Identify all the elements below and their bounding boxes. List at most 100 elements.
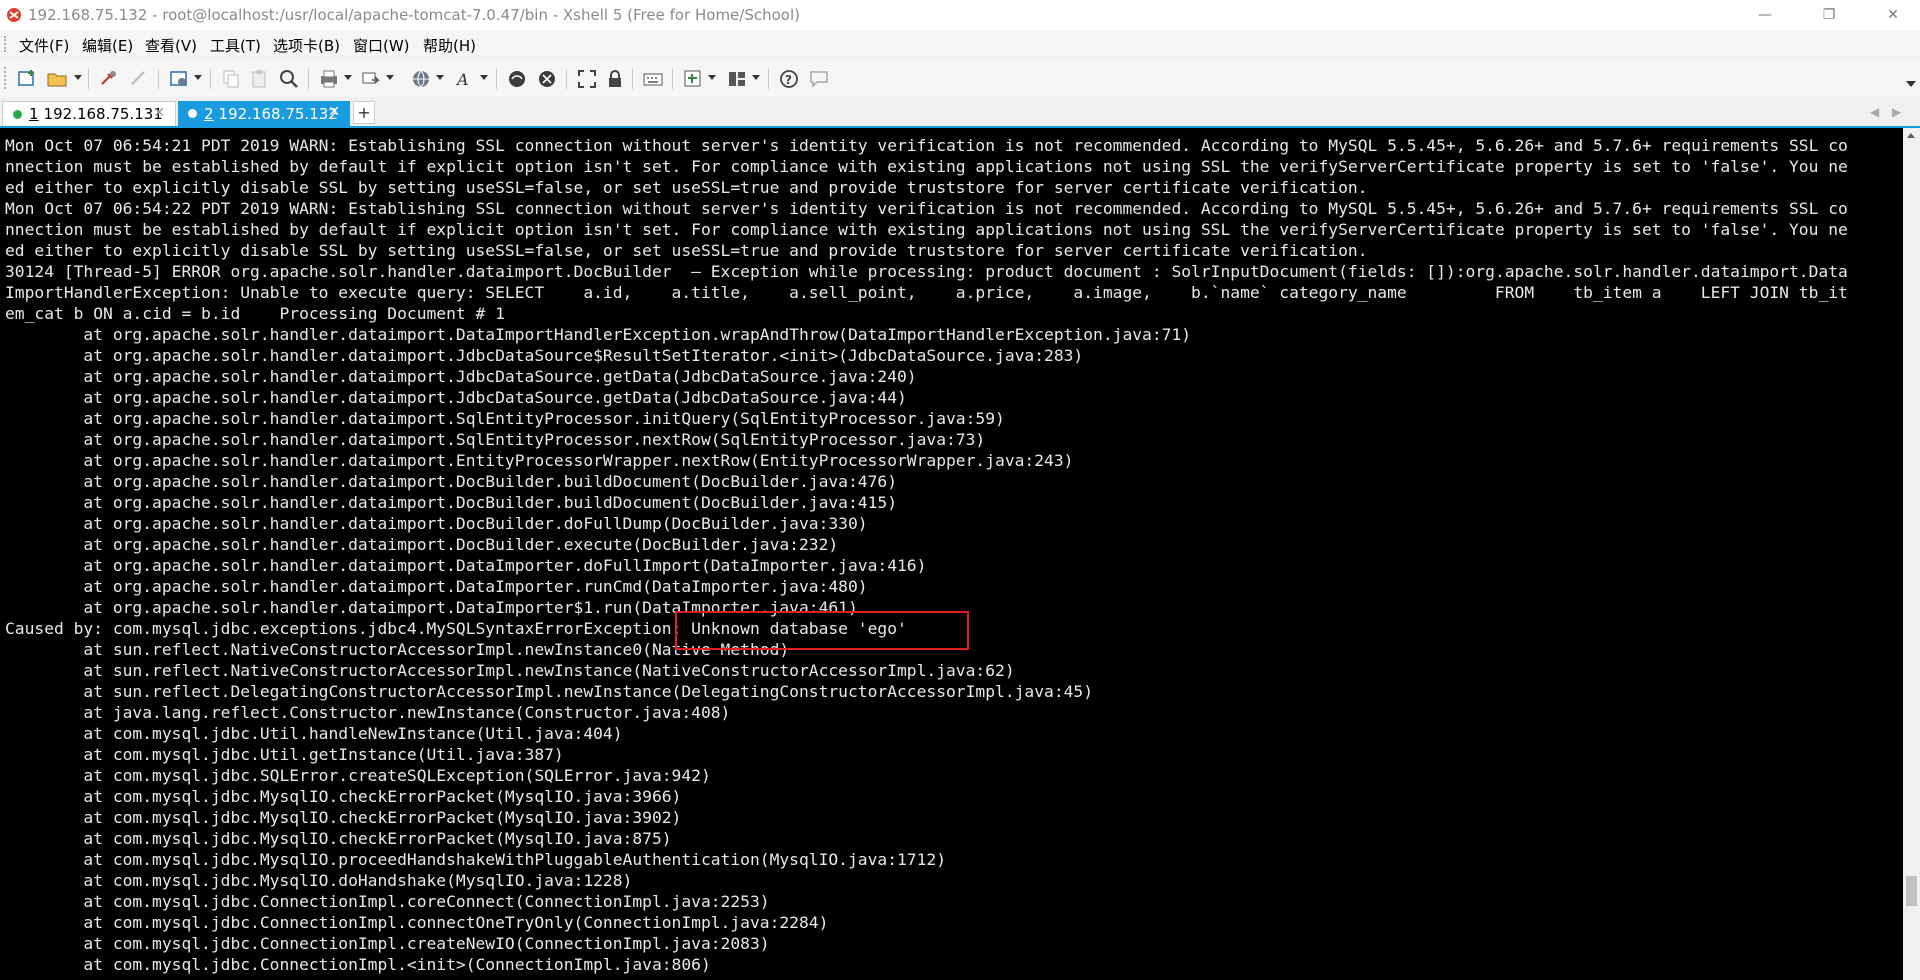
terminal-line: ImportHandlerException: Unable to execut…: [5, 283, 1848, 302]
menu-tools[interactable]: 工具(T): [210, 35, 261, 56]
terminal-line: Mon Oct 07 06:54:22 PDT 2019 WARN: Estab…: [5, 199, 1848, 218]
close-button[interactable]: ✕: [1870, 0, 1916, 30]
terminal-line: em_cat b ON a.cid = b.id Processing Docu…: [5, 304, 505, 323]
terminal-line: at com.mysql.jdbc.MysqlIO.checkErrorPack…: [5, 829, 672, 848]
terminal-line: at org.apache.solr.handler.dataimport.Jd…: [5, 367, 917, 386]
keyboard-icon[interactable]: [640, 67, 666, 91]
terminal-line: at org.apache.solr.handler.dataimport.Da…: [5, 577, 868, 596]
compose-icon[interactable]: [680, 67, 706, 91]
tab-number: 2: [204, 104, 214, 123]
terminal-output[interactable]: Mon Oct 07 06:54:21 PDT 2019 WARN: Estab…: [0, 128, 1903, 980]
svg-text:?: ?: [785, 73, 792, 87]
terminal-line: at org.apache.solr.handler.dataimport.Da…: [5, 325, 1192, 344]
fullscreen-icon[interactable]: [574, 67, 600, 91]
close-icon[interactable]: ✕: [153, 105, 165, 121]
comment-icon[interactable]: [806, 67, 832, 91]
toolbar-separator: [566, 69, 567, 89]
menu-edit[interactable]: 编辑(E): [82, 35, 133, 56]
layout-dropdown-arrow[interactable]: [752, 75, 760, 80]
terminal-line: at com.mysql.jdbc.ConnectionImpl.createN…: [5, 934, 770, 953]
terminal-line: at sun.reflect.DelegatingConstructorAcce…: [5, 682, 1094, 701]
disconnect-icon[interactable]: [126, 67, 152, 91]
tab-scroll-left-icon[interactable]: ◀: [1870, 105, 1879, 119]
scroll-up-arrow-icon[interactable]: [1907, 133, 1915, 138]
terminal-line: at com.mysql.jdbc.ConnectionImpl.coreCon…: [5, 892, 770, 911]
font-dropdown-arrow[interactable]: [480, 75, 488, 80]
reconnect-icon[interactable]: [96, 67, 122, 91]
find-icon[interactable]: [276, 67, 302, 91]
toolbar: A ?: [0, 59, 1920, 97]
menu-bar: 文件(F) 编辑(E) 查看(V) 工具(T) 选项卡(B) 窗口(W) 帮助(…: [0, 31, 1920, 57]
font-icon[interactable]: A: [452, 67, 478, 91]
terminal-line: at org.apache.solr.handler.dataimport.Do…: [5, 535, 839, 554]
terminal-line: at org.apache.solr.handler.dataimport.Sq…: [5, 409, 1005, 428]
layout-icon[interactable]: [724, 67, 750, 91]
menu-file[interactable]: 文件(F): [19, 35, 69, 56]
tab-label: 192.168.75.132: [218, 104, 338, 123]
terminal-line: at sun.reflect.NativeConstructorAccessor…: [5, 661, 1015, 680]
terminal-line: at org.apache.solr.handler.dataimport.Sq…: [5, 430, 986, 449]
transfer-dropdown-arrow[interactable]: [386, 75, 394, 80]
paste-icon[interactable]: [246, 67, 272, 91]
menu-grip[interactable]: [4, 36, 9, 52]
open-folder-icon[interactable]: [44, 67, 70, 91]
window-title: 192.168.75.132 - root@localhost:/usr/loc…: [28, 6, 800, 24]
maximize-button[interactable]: ❐: [1806, 0, 1852, 30]
terminal-scrollbar[interactable]: [1903, 128, 1920, 980]
menu-tabs[interactable]: 选项卡(B): [273, 35, 340, 56]
terminal-line: at org.apache.solr.handler.dataimport.Da…: [5, 556, 927, 575]
menu-window[interactable]: 窗口(W): [353, 35, 410, 56]
toolbar-separator: [158, 69, 159, 89]
xmanager-icon[interactable]: [534, 67, 560, 91]
menu-help[interactable]: 帮助(H): [423, 35, 476, 56]
tab-scroll-right-icon[interactable]: ▶: [1892, 105, 1901, 119]
new-session-icon[interactable]: [14, 67, 40, 91]
toolbar-overflow-chevron[interactable]: [1906, 81, 1916, 87]
tab-number: 1: [29, 105, 39, 123]
toolbar-separator: [672, 69, 673, 89]
print-dropdown-arrow[interactable]: [344, 75, 352, 80]
new-tab-button[interactable]: +: [353, 101, 375, 124]
help-icon[interactable]: ?: [776, 67, 802, 91]
toolbar-separator: [308, 69, 309, 89]
close-icon[interactable]: ✕: [328, 104, 340, 120]
terminal-line: ed either to explicitly disable SSL by s…: [5, 241, 1368, 260]
terminal-line: at java.lang.reflect.Constructor.newInst…: [5, 703, 731, 722]
compose-dropdown-arrow[interactable]: [708, 75, 716, 80]
terminal-line: at com.mysql.jdbc.MysqlIO.checkErrorPack…: [5, 787, 682, 806]
tab-session-1[interactable]: 1 192.168.75.131 ✕: [2, 101, 176, 126]
transfer-icon[interactable]: [358, 67, 384, 91]
xftp-icon[interactable]: [504, 67, 530, 91]
terminal-line: at org.apache.solr.handler.dataimport.Do…: [5, 472, 897, 491]
print-icon[interactable]: [316, 67, 342, 91]
scrollbar-thumb[interactable]: [1906, 876, 1917, 906]
terminal-line: at com.mysql.jdbc.ConnectionImpl.connect…: [5, 913, 829, 932]
terminal-line: Mon Oct 07 06:54:21 PDT 2019 WARN: Estab…: [5, 136, 1848, 155]
terminal-line: at com.mysql.jdbc.ConnectionImpl.<init>(…: [5, 955, 711, 974]
xshell-logo-icon: [7, 8, 21, 22]
terminal-line: at org.apache.solr.handler.dataimport.Do…: [5, 514, 868, 533]
terminal-line: ed either to explicitly disable SSL by s…: [5, 178, 1368, 197]
terminal-line: at com.mysql.jdbc.Util.getInstance(Util.…: [5, 745, 564, 764]
tab-session-2[interactable]: 2 192.168.75.132 ✕: [178, 101, 350, 126]
minimize-button[interactable]: —: [1742, 0, 1788, 30]
terminal-line: at org.apache.solr.handler.dataimport.Jd…: [5, 346, 1084, 365]
properties-icon[interactable]: [166, 67, 192, 91]
open-dropdown-arrow[interactable]: [74, 75, 82, 80]
encoding-dropdown-arrow[interactable]: [436, 75, 444, 80]
terminal-line: at com.mysql.jdbc.MysqlIO.proceedHandsha…: [5, 850, 947, 869]
connection-status-icon: [188, 109, 197, 118]
terminal-line: at com.mysql.jdbc.MysqlIO.doHandshake(My…: [5, 871, 633, 890]
tab-label: 192.168.75.131: [43, 105, 163, 123]
terminal-line: at com.mysql.jdbc.MysqlIO.checkErrorPack…: [5, 808, 682, 827]
copy-icon[interactable]: [218, 67, 244, 91]
menu-view[interactable]: 查看(V): [145, 35, 197, 56]
title-bar[interactable]: 192.168.75.132 - root@localhost:/usr/loc…: [0, 0, 1920, 30]
terminal-line: at org.apache.solr.handler.dataimport.Jd…: [5, 388, 907, 407]
toolbar-grip[interactable]: [4, 67, 9, 89]
terminal-line: at org.apache.solr.handler.dataimport.Do…: [5, 493, 897, 512]
encoding-globe-icon[interactable]: [408, 67, 434, 91]
properties-dropdown-arrow[interactable]: [194, 75, 202, 80]
lock-icon[interactable]: [602, 67, 628, 91]
toolbar-separator: [88, 69, 89, 89]
